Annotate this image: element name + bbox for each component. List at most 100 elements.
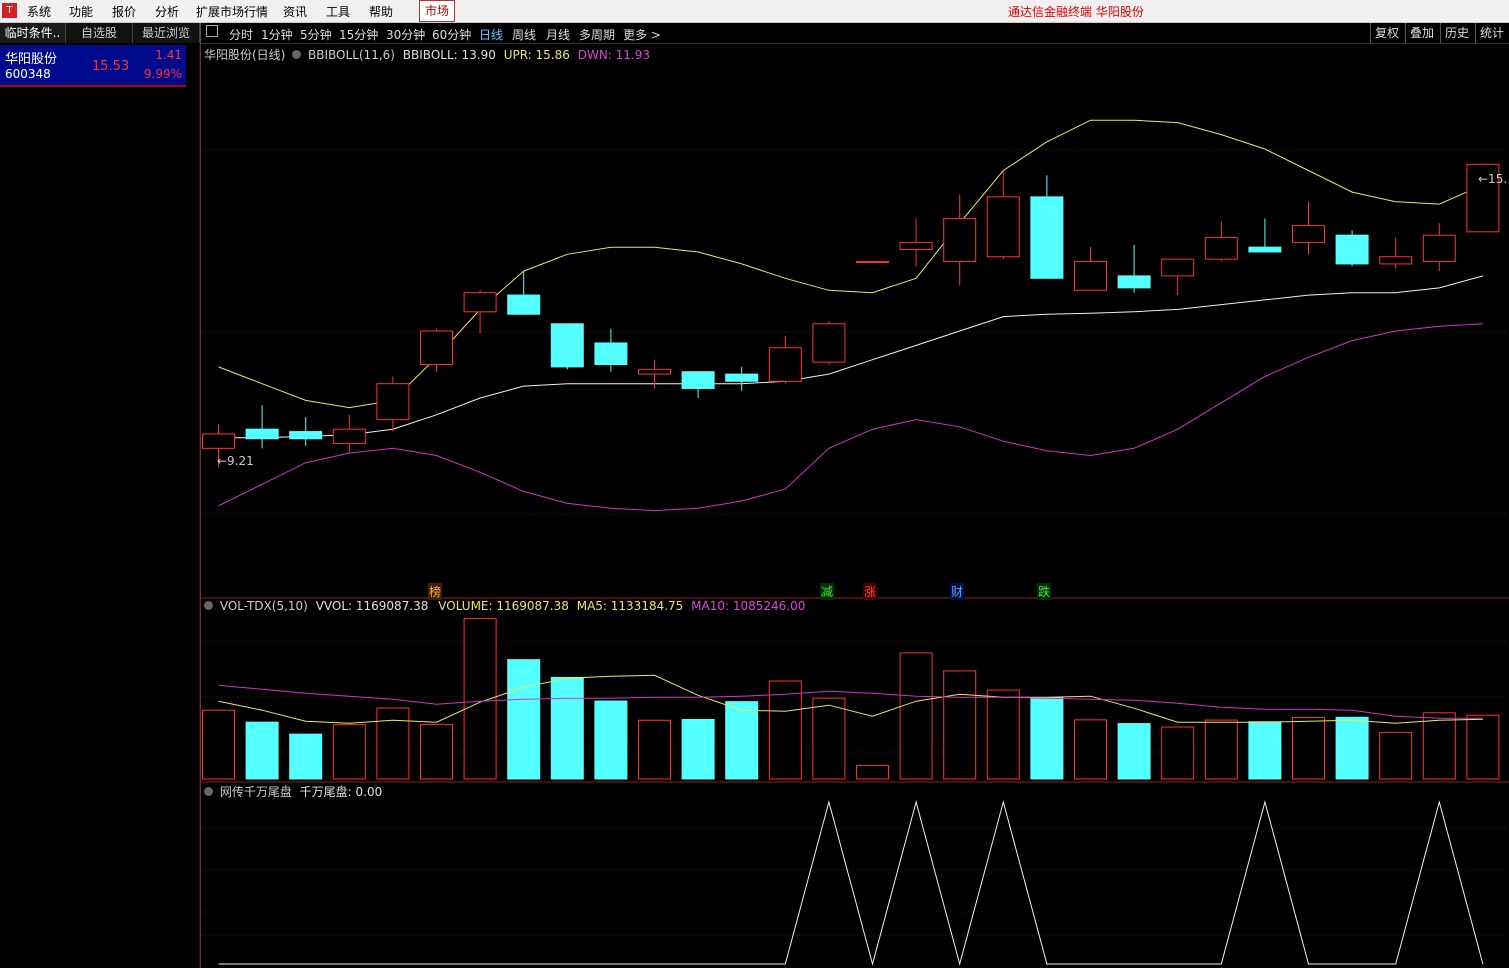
candle-body xyxy=(1379,256,1413,265)
event-marker[interactable]: 减 xyxy=(820,583,835,600)
candle xyxy=(420,328,453,372)
candle xyxy=(1074,247,1107,291)
candle-body xyxy=(638,368,671,375)
candle xyxy=(1117,244,1151,293)
candle-body xyxy=(943,217,977,263)
candle-body xyxy=(899,241,933,251)
candle xyxy=(1204,220,1238,262)
volume-bar xyxy=(376,707,410,780)
volume-value: VOLUME: 1169087.38 xyxy=(438,599,569,613)
volume-bar xyxy=(1204,719,1238,780)
candle-body xyxy=(463,292,497,313)
candle-body xyxy=(289,431,323,440)
bbiboll-value: BBIBOLL: 13.90 xyxy=(402,48,496,62)
volume-bar xyxy=(420,723,453,780)
ma10-value: MA10: 1085246.00 xyxy=(691,599,806,613)
volume-bar xyxy=(507,659,541,780)
candle xyxy=(768,335,802,384)
candle-body xyxy=(725,373,759,382)
candle xyxy=(332,414,366,454)
volume-bar xyxy=(986,689,1020,780)
volume-bar xyxy=(1030,697,1064,780)
candle xyxy=(943,194,977,286)
low-price-marker: ←9.21 xyxy=(217,454,254,468)
upr-value: UPR: 15.86 xyxy=(503,48,570,62)
candle-body xyxy=(245,428,279,440)
candle xyxy=(594,328,628,372)
candle-body xyxy=(1292,225,1325,243)
candle xyxy=(725,366,759,391)
kline-chart[interactable] xyxy=(0,0,1509,968)
candle-body xyxy=(1248,246,1282,253)
candle-body xyxy=(768,347,802,382)
volume-bar xyxy=(202,709,235,780)
candle xyxy=(899,218,933,267)
candle-body xyxy=(986,196,1020,258)
candle xyxy=(289,417,323,446)
candle xyxy=(1248,218,1282,253)
volume-indicator-name[interactable]: VOL-TDX(5,10) xyxy=(220,599,308,613)
indicator-menu-icon[interactable] xyxy=(292,50,302,59)
indicator-menu-icon[interactable] xyxy=(204,787,213,796)
main-panel-header: 华阳股份(日线) BBIBOLL(11,6) BBIBOLL: 13.90 UP… xyxy=(204,46,650,63)
volume-bar xyxy=(768,680,802,780)
candle-body xyxy=(856,261,889,264)
candle-body xyxy=(1335,234,1369,265)
event-marker[interactable]: 涨 xyxy=(863,583,878,600)
volume-bar xyxy=(943,670,977,780)
candle-body xyxy=(594,342,628,366)
volume-bar xyxy=(856,764,889,780)
ma5-value: MA5: 1133184.75 xyxy=(576,599,684,613)
candle-body xyxy=(1117,275,1151,289)
volume-bar xyxy=(725,701,759,780)
signal-panel-header: 网传千万尾盘 千万尾盘: 0.00 xyxy=(204,783,382,800)
candle-body xyxy=(420,330,453,366)
candle xyxy=(1379,237,1413,269)
candle-body xyxy=(1030,196,1064,279)
volume-bar xyxy=(1161,726,1195,780)
candle-body xyxy=(681,371,715,389)
candle-body xyxy=(507,294,541,315)
main-indicator-name[interactable]: BBIBOLL(11,6) xyxy=(308,48,395,62)
volume-bar xyxy=(899,652,933,780)
candle-body xyxy=(812,323,846,363)
event-marker[interactable]: 榜 xyxy=(428,583,443,600)
candle xyxy=(1292,201,1325,255)
volume-bar xyxy=(1379,731,1413,780)
volume-bar xyxy=(550,676,584,780)
volume-bar xyxy=(1292,716,1325,780)
volume-bar xyxy=(1117,723,1151,780)
indicator-menu-icon[interactable] xyxy=(204,601,213,610)
volume-bar xyxy=(332,724,366,780)
candle xyxy=(376,376,410,432)
event-marker[interactable]: 跌 xyxy=(1037,583,1052,600)
high-price-marker: ←15. xyxy=(1478,172,1508,186)
candle-body xyxy=(550,323,584,368)
candle xyxy=(1335,230,1369,267)
volume-panel-header: VOL-TDX(5,10) VVOL: 1169087.38 VOLUME: 1… xyxy=(204,599,805,613)
candle xyxy=(812,321,846,365)
signal-indicator-name[interactable]: 网传千万尾盘 xyxy=(220,785,292,799)
volume-bar xyxy=(681,718,715,780)
volume-bar xyxy=(1422,712,1456,780)
candle xyxy=(856,261,889,264)
dwn-value: DWN: 11.93 xyxy=(577,48,651,62)
candle-body xyxy=(1161,258,1195,277)
volume-bar xyxy=(1466,714,1500,780)
volume-bar xyxy=(1248,721,1282,780)
candle xyxy=(1030,175,1064,279)
event-marker[interactable]: 财 xyxy=(950,583,965,600)
volume-bar xyxy=(289,733,323,780)
candle-body xyxy=(376,383,410,421)
candle xyxy=(245,405,279,449)
candle xyxy=(681,371,715,399)
volume-bar xyxy=(245,721,279,780)
candle-body xyxy=(1422,234,1456,263)
signal-line xyxy=(218,800,1484,966)
candle xyxy=(550,323,584,370)
volume-bar xyxy=(1335,716,1369,780)
volume-bar xyxy=(812,697,846,780)
candle-body xyxy=(1074,261,1107,291)
candle xyxy=(507,271,541,315)
candle xyxy=(1422,223,1456,272)
